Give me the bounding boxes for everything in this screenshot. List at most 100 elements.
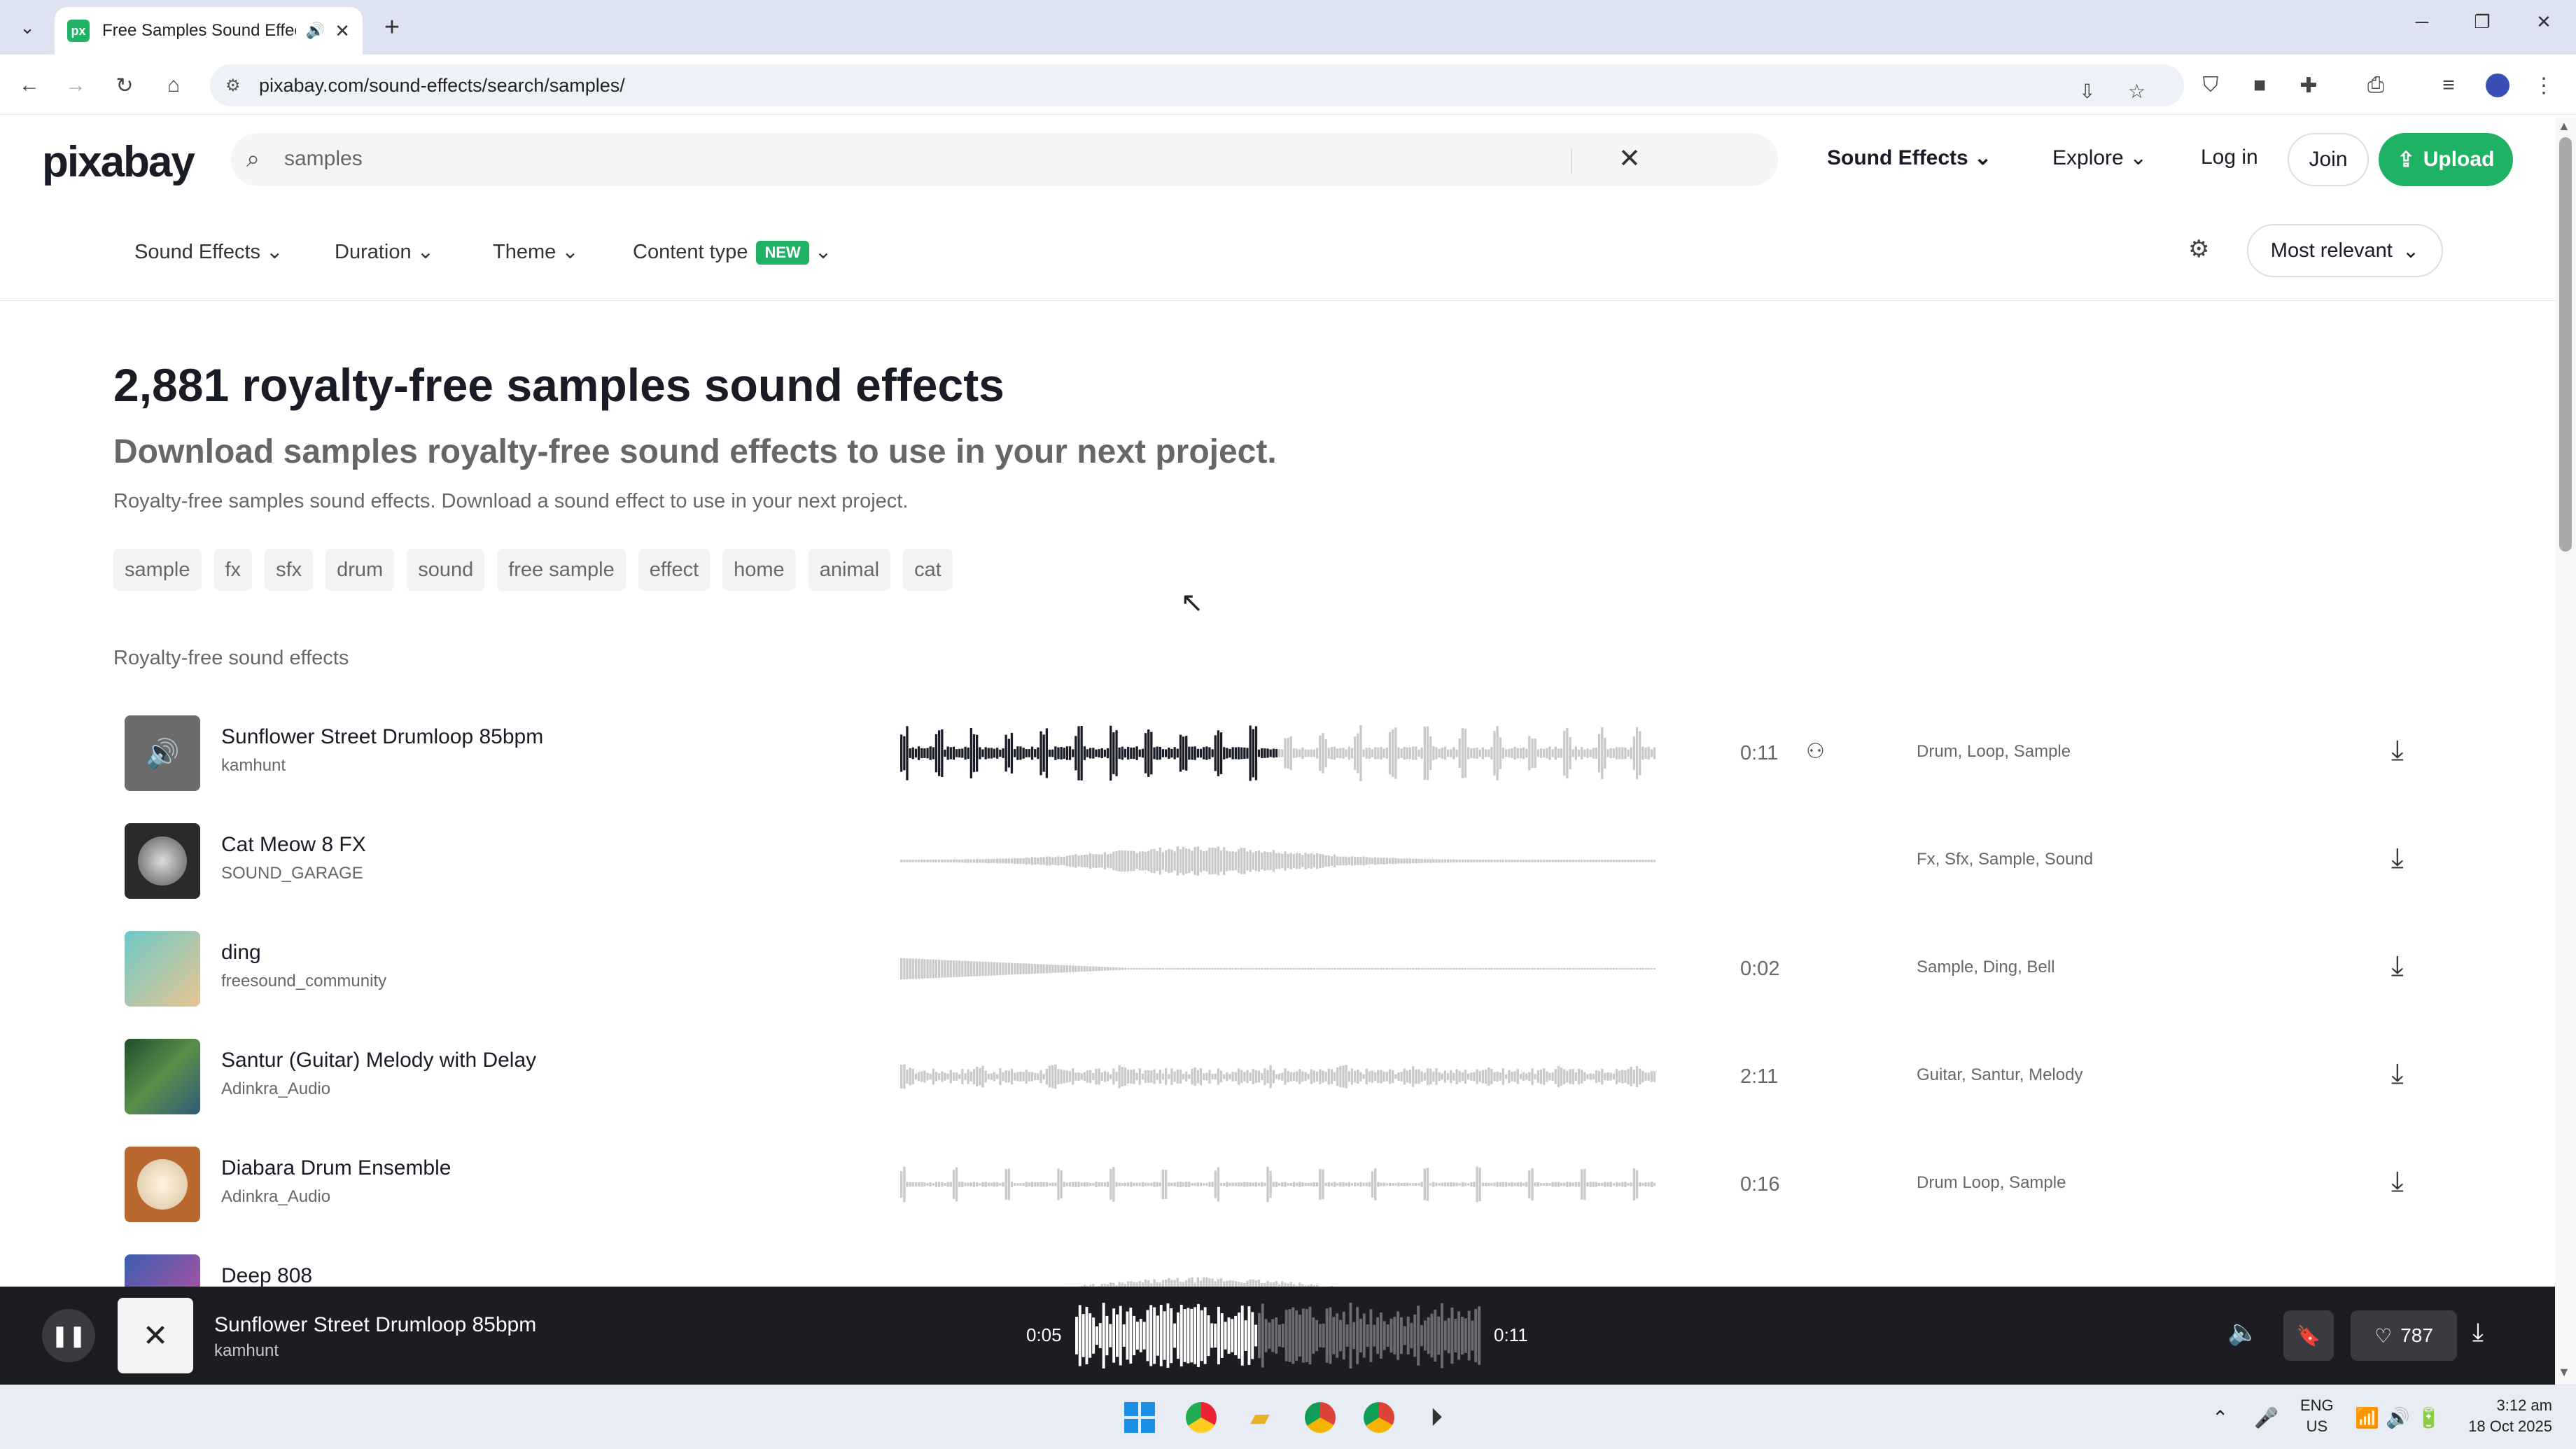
forward-icon[interactable]: →	[60, 70, 91, 101]
track-thumbnail[interactable]	[125, 1039, 200, 1114]
speaker-icon[interactable]: 🔊	[306, 22, 325, 40]
pause-icon[interactable]: ❚❚	[42, 1309, 95, 1362]
track-author[interactable]: Adinkra_Audio	[221, 1079, 330, 1099]
track-thumbnail[interactable]	[125, 823, 200, 899]
player-waveform[interactable]	[1075, 1301, 1481, 1371]
track-thumbnail[interactable]	[125, 931, 200, 1007]
restore-icon[interactable]: ❐	[2461, 11, 2503, 33]
tag-chip[interactable]: home	[722, 549, 796, 591]
app-icon[interactable]	[1182, 1398, 1221, 1437]
bookmark-star-icon[interactable]: ☆	[2128, 80, 2146, 103]
track-author[interactable]: freesound_community	[221, 972, 386, 991]
player-track-author[interactable]: kamhunt	[214, 1341, 279, 1361]
settings-gear-icon[interactable]: ⚙	[2188, 235, 2209, 263]
explore-menu[interactable]: Explore ⌄	[2052, 146, 2147, 170]
home-icon[interactable]: ⌂	[158, 70, 189, 101]
media-player-icon[interactable]: ⏵	[1417, 1398, 1456, 1437]
download-icon[interactable]: ⤓	[2391, 951, 2404, 982]
file-explorer-icon[interactable]: ▰	[1240, 1398, 1280, 1437]
like-button[interactable]: ♡ 787	[2351, 1310, 2457, 1361]
track-row[interactable]: Santur (Guitar) Melody with Delay Adinkr…	[112, 1036, 2457, 1120]
track-title[interactable]: Cat Meow 8 FX	[221, 833, 366, 857]
volume-tray-icon[interactable]: 🔊	[2386, 1406, 2410, 1429]
player-track-title[interactable]: Sunflower Street Drumloop 85bpm	[214, 1313, 536, 1337]
clock[interactable]: 3:12 am 18 Oct 2025	[2454, 1395, 2552, 1437]
track-author[interactable]: Adinkra_Audio	[221, 1187, 330, 1207]
shield-extension-icon[interactable]: ⛉	[2195, 70, 2226, 101]
login-link[interactable]: Log in	[2201, 146, 2258, 169]
tag-chip[interactable]: animal	[808, 549, 891, 591]
extension-icon[interactable]: ■	[2244, 70, 2275, 101]
upload-button[interactable]: ⇪ Upload	[2379, 133, 2513, 186]
tag-chip[interactable]: effect	[638, 549, 710, 591]
puzzle-extensions-icon[interactable]: ✚	[2293, 70, 2324, 101]
track-waveform[interactable]	[900, 833, 1656, 889]
battery-icon[interactable]: 🔋	[2416, 1406, 2441, 1429]
player-download-icon[interactable]: ⤓	[2472, 1317, 2484, 1348]
chrome-profile-icon[interactable]	[1359, 1398, 1399, 1437]
profile-avatar-icon[interactable]	[2482, 70, 2513, 101]
tag-chip[interactable]: sfx	[265, 549, 314, 591]
back-icon[interactable]: ←	[14, 70, 45, 101]
tab-search-icon[interactable]: ⌄	[14, 14, 41, 41]
windows-start-icon[interactable]	[1120, 1398, 1159, 1437]
address-bar[interactable]: ⚙ pixabay.com/sound-effects/search/sampl…	[210, 64, 2184, 106]
scroll-up-arrow-icon[interactable]: ▲	[2558, 119, 2570, 134]
track-title[interactable]: ding	[221, 941, 261, 965]
pixabay-logo[interactable]: pixabay	[42, 137, 195, 187]
volume-icon[interactable]: 🔈	[2227, 1317, 2259, 1347]
filter-duration[interactable]: Duration ⌄	[335, 239, 434, 264]
track-waveform[interactable]	[900, 1049, 1656, 1105]
close-tab-icon[interactable]: ✕	[335, 20, 350, 42]
filter-content-type[interactable]: Content type NEW ⌄	[633, 239, 832, 265]
search-type-dropdown[interactable]: Sound Effects ⌄	[1827, 146, 1991, 170]
reload-icon[interactable]: ↻	[109, 70, 140, 101]
download-icon[interactable]: ⤓	[2391, 1058, 2404, 1090]
track-thumbnail[interactable]	[125, 1147, 200, 1222]
track-waveform[interactable]	[900, 1156, 1656, 1212]
tag-chip[interactable]: fx	[214, 549, 253, 591]
wifi-icon[interactable]: 📶	[2355, 1406, 2379, 1429]
clear-search-icon[interactable]: ✕	[1618, 143, 1641, 174]
tag-chip[interactable]: free sample	[497, 549, 626, 591]
minimize-icon[interactable]: ─	[2401, 11, 2443, 33]
download-icon[interactable]: ⤓	[2391, 735, 2404, 766]
new-tab-icon[interactable]: +	[378, 13, 406, 43]
print-icon[interactable]: ⎙	[2360, 70, 2391, 101]
track-waveform[interactable]	[900, 725, 1656, 781]
install-app-icon[interactable]: ⇩	[2079, 80, 2095, 103]
media-control-icon[interactable]: ≡	[2433, 70, 2464, 101]
url-text[interactable]: pixabay.com/sound-effects/search/samples…	[259, 75, 625, 97]
browser-tab-active[interactable]: px Free Samples Sound Effects 🔊 ✕	[55, 7, 363, 55]
track-row[interactable]: ding freesound_community 0:02 Sample, Di…	[112, 928, 2457, 1012]
track-row[interactable]: Cat Meow 8 FX SOUND_GARAGE Fx, Sfx, Samp…	[112, 820, 2457, 904]
tag-chip[interactable]: sound	[407, 549, 485, 591]
download-icon[interactable]: ⤓	[2391, 843, 2404, 874]
join-button[interactable]: Join	[2288, 133, 2369, 186]
search-input[interactable]: samples	[284, 147, 363, 171]
scrollbar-thumb[interactable]	[2559, 137, 2572, 552]
tag-chip[interactable]: drum	[326, 549, 395, 591]
show-hidden-icons-icon[interactable]: ⌃	[2212, 1406, 2228, 1429]
filter-sound-effects[interactable]: Sound Effects ⌄	[134, 239, 283, 264]
track-title[interactable]: Sunflower Street Drumloop 85bpm	[221, 725, 543, 749]
track-title[interactable]: Santur (Guitar) Melody with Delay	[221, 1049, 536, 1072]
track-title[interactable]: Deep 808	[221, 1264, 312, 1288]
track-author[interactable]: kamhunt	[221, 756, 286, 776]
sort-dropdown[interactable]: Most relevant ⌄	[2247, 224, 2443, 277]
scroll-down-arrow-icon[interactable]: ▼	[2558, 1365, 2570, 1380]
microphone-icon[interactable]: 🎤	[2254, 1406, 2278, 1429]
track-row[interactable]: Diabara Drum Ensemble Adinkra_Audio 0:16…	[112, 1144, 2457, 1228]
track-row[interactable]: 🔊 Sunflower Street Drumloop 85bpm kamhun…	[112, 713, 2457, 797]
track-thumbnail[interactable]: 🔊	[125, 715, 200, 791]
chrome-icon[interactable]	[1301, 1398, 1340, 1437]
download-icon[interactable]: ⤓	[2391, 1166, 2404, 1198]
track-waveform[interactable]	[900, 941, 1656, 997]
language-indicator[interactable]: ENG US	[2300, 1395, 2334, 1437]
window-close-icon[interactable]: ✕	[2523, 11, 2565, 33]
tag-chip[interactable]: sample	[113, 549, 202, 591]
track-author[interactable]: SOUND_GARAGE	[221, 864, 363, 883]
filter-theme[interactable]: Theme ⌄	[493, 239, 579, 264]
bookmark-icon[interactable]: 🔖	[2283, 1310, 2334, 1361]
track-title[interactable]: Diabara Drum Ensemble	[221, 1156, 451, 1180]
